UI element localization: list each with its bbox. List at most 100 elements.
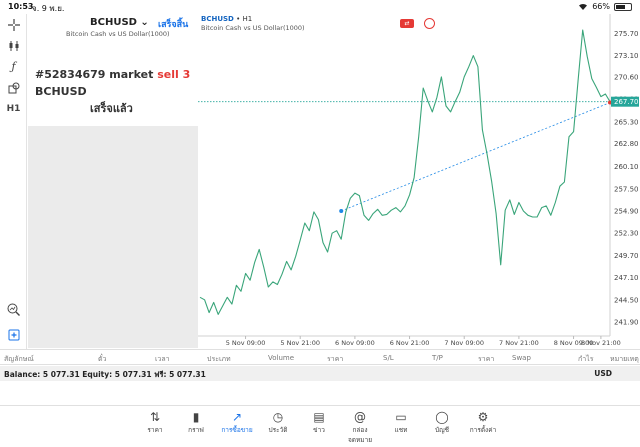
tab-label: บัญชี xyxy=(434,426,450,434)
history-icon: ◷ xyxy=(272,410,284,424)
x-tick-label: 8 Nov 21:00 xyxy=(581,339,621,347)
column-header[interactable]: กำไร xyxy=(578,354,593,365)
tab-8[interactable]: ⚙ การตั้งค่า xyxy=(465,409,501,435)
y-tick-label: 254.90 xyxy=(614,208,639,216)
tab-6[interactable]: ▭ แชท xyxy=(383,409,419,435)
column-header[interactable]: Volume xyxy=(268,354,294,362)
y-tick-label: 273.10 xyxy=(614,52,639,60)
tab-label: กราฟ xyxy=(188,426,204,434)
trend-line xyxy=(341,102,611,212)
chart-title: BCHUSD • H1 xyxy=(201,15,252,23)
chat-icon: ▭ xyxy=(395,410,407,424)
price-series-line xyxy=(199,29,611,315)
candles-icon: ▮ xyxy=(192,410,200,424)
zoom-chart-icon[interactable] xyxy=(5,301,22,318)
symbol-selector[interactable]: BCHUSD ⌄ xyxy=(90,17,149,28)
tab-label: ราคา xyxy=(147,426,163,434)
y-tick-label: 262.80 xyxy=(614,140,639,148)
trade-table-header: สัญลักษณ์ ตั๋ว เวลา ประเภท Volume ราคา S/L T/P ร… xyxy=(0,349,640,365)
chart-description: Bitcoin Cash vs US Dollar(1000) xyxy=(201,24,305,32)
column-header[interactable]: ประเภท xyxy=(207,354,231,365)
one-click-toggle-icon[interactable] xyxy=(424,18,435,29)
y-tick-label: 241.90 xyxy=(614,319,639,327)
x-tick-label: 7 Nov 21:00 xyxy=(499,339,539,347)
chart-tools-panel: ƒ H1 xyxy=(0,14,27,349)
account-icon: ◯ xyxy=(435,410,449,424)
objects-shapes-icon[interactable] xyxy=(5,79,22,96)
chart-timeframe: H1 xyxy=(242,15,253,23)
x-tick-label: 7 Nov 09:00 xyxy=(444,339,484,347)
y-tick-label: 257.50 xyxy=(614,185,639,193)
tab-0[interactable]: ⇅ ราคา xyxy=(137,409,173,435)
function-icon[interactable]: ƒ xyxy=(5,58,22,75)
order-result-message: #52834679 market sell 3 BCHUSD เสร็จแล้ว xyxy=(35,66,195,117)
balance-currency: USD xyxy=(594,369,612,378)
tab-label: ข่าว xyxy=(313,426,325,434)
crosshair-icon[interactable] xyxy=(5,16,22,33)
tab-label: กล่องจดหมาย xyxy=(347,426,373,444)
tab-1[interactable]: ▮ กราฟ xyxy=(178,409,214,435)
tab-label: การซื้อขาย xyxy=(221,426,253,434)
bottom-tab-bar: ⇅ ราคา ▮ กราฟ ↗ การซื้อขาย ◷ ประวัติ ▤ ข่าว @ กล่อง… xyxy=(0,405,640,447)
y-tick-label: 260.10 xyxy=(614,163,639,171)
one-click-sell-icon[interactable]: ⇄ xyxy=(400,19,414,28)
tab-5[interactable]: @ กล่องจดหมาย xyxy=(342,409,378,445)
arrows-updown-icon: ⇅ xyxy=(149,410,161,424)
tab-label: การตั้งค่า xyxy=(469,426,497,434)
current-price-label: 267.70 xyxy=(614,98,639,106)
y-tick-label: 270.60 xyxy=(614,73,639,81)
price-chart[interactable]: 275.70273.10270.60268.00265.30262.80260.… xyxy=(198,14,640,348)
status-bar: 10:53 จ. 9 พ.ย. 66% xyxy=(0,0,640,13)
column-header[interactable]: สัญลักษณ์ xyxy=(4,354,34,365)
x-tick-label: 6 Nov 09:00 xyxy=(335,339,375,347)
y-tick-label: 252.30 xyxy=(614,230,639,238)
tab-3[interactable]: ◷ ประวัติ xyxy=(260,409,296,435)
news-icon: ▤ xyxy=(313,410,325,424)
battery-icon xyxy=(614,2,632,11)
column-header[interactable]: เวลา xyxy=(155,354,170,365)
chart-symbol: BCHUSD xyxy=(201,15,234,23)
column-header[interactable]: ราคา xyxy=(327,354,343,365)
column-header[interactable]: ตั๋ว xyxy=(98,354,106,365)
status-right: 66% xyxy=(578,2,632,11)
status-time: 10:53 xyxy=(8,2,34,11)
x-tick-label: 5 Nov 21:00 xyxy=(280,339,320,347)
order-word: market xyxy=(109,68,154,81)
column-header[interactable]: Swap xyxy=(512,354,531,362)
battery-percent: 66% xyxy=(592,2,610,11)
balance-row: Balance: 5 077.31 Equity: 5 077.31 ฟรี: … xyxy=(0,366,640,381)
done-link[interactable]: เสร็จสิ้น xyxy=(158,17,188,31)
chart-canvas: 275.70273.10270.60268.00265.30262.80260.… xyxy=(198,14,639,347)
order-action: sell 3 xyxy=(157,68,191,81)
symbol-label: BCHUSD xyxy=(90,17,137,28)
tab-2[interactable]: ↗ การซื้อขาย xyxy=(219,409,255,435)
column-header[interactable]: หมายเหตุ xyxy=(610,354,639,365)
x-tick-label: 5 Nov 09:00 xyxy=(226,339,266,347)
y-tick-label: 275.70 xyxy=(614,30,639,38)
add-window-icon[interactable] xyxy=(5,326,22,343)
tab-7[interactable]: ◯ บัญชี xyxy=(424,409,460,435)
y-tick-label: 265.30 xyxy=(614,119,639,127)
empty-panel-area xyxy=(28,126,198,348)
tab-label: ประวัติ xyxy=(268,426,288,434)
wifi-icon xyxy=(579,3,588,10)
x-tick-label: 6 Nov 21:00 xyxy=(390,339,430,347)
y-tick-label: 249.70 xyxy=(614,252,639,260)
trade-chart-icon: ↗ xyxy=(231,410,243,424)
trend-start-point xyxy=(339,209,344,214)
app-screen: { "status_bar": { "time": "10:53", "date… xyxy=(0,0,640,447)
tab-label: แชท xyxy=(394,426,408,434)
column-header[interactable]: ราคา xyxy=(478,354,494,365)
chevron-down-icon: ⌄ xyxy=(136,17,149,28)
tab-4[interactable]: ▤ ข่าว xyxy=(301,409,337,435)
mail-at-icon: @ xyxy=(354,410,366,424)
order-info-panel: BCHUSD ⌄ Bitcoin Cash vs US Dollar(1000)… xyxy=(28,14,198,126)
balance-text: Balance: 5 077.31 Equity: 5 077.31 ฟรี: … xyxy=(4,370,206,379)
timeframe-label[interactable]: H1 xyxy=(5,100,22,117)
y-tick-label: 244.50 xyxy=(614,296,639,304)
column-header[interactable]: T/P xyxy=(432,354,443,362)
y-tick-label: 247.10 xyxy=(614,274,639,282)
column-header[interactable]: S/L xyxy=(383,354,394,362)
settings-gear-icon: ⚙ xyxy=(477,410,489,424)
indicators-candles-icon[interactable] xyxy=(5,37,22,54)
